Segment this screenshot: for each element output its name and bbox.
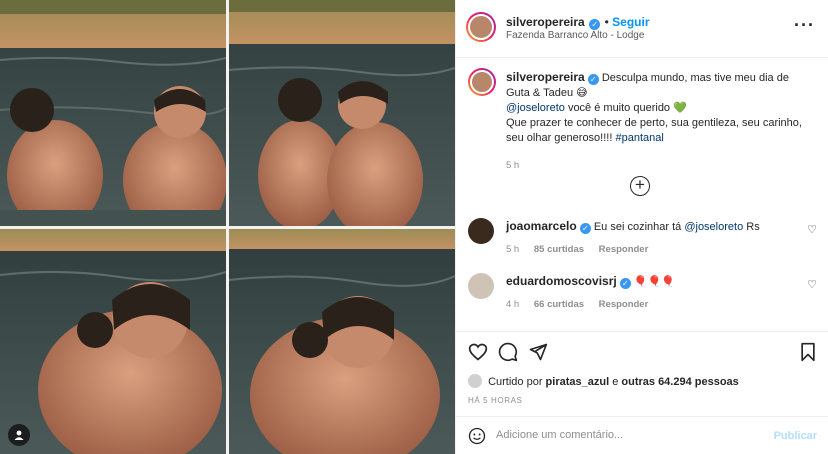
- share-icon[interactable]: [528, 342, 548, 362]
- more-options-icon[interactable]: ···: [794, 15, 815, 36]
- photo-bottom-right: [228, 229, 455, 454]
- author-username[interactable]: silveropereira: [506, 15, 585, 29]
- post-header: silveropereira ✓ • Seguir Fazenda Barran…: [456, 0, 828, 58]
- liked-count[interactable]: outras 64.294 pessoas: [621, 376, 738, 388]
- load-more-comments-icon[interactable]: +: [630, 176, 650, 196]
- caption-mention[interactable]: @joseloreto: [506, 102, 565, 114]
- tagged-users-button[interactable]: [8, 424, 30, 446]
- liked-user[interactable]: piratas_azul: [546, 376, 610, 388]
- comment-username[interactable]: joaomarcelo: [506, 219, 577, 233]
- caption-time: 5 h: [506, 160, 520, 171]
- reply-button[interactable]: Responder: [599, 244, 649, 255]
- comment-text: Eu sei cozinhar tá: [593, 221, 682, 233]
- caption-text: silveropereira ✓ Desculpa mundo, mas tiv…: [506, 70, 811, 173]
- publish-button[interactable]: Publicar: [774, 430, 817, 442]
- author-avatar[interactable]: [466, 12, 496, 42]
- photo-top-right: [228, 0, 455, 238]
- comment-text: 🎈🎈🎈: [633, 276, 675, 288]
- post-media[interactable]: [0, 0, 455, 454]
- like-heart-icon[interactable]: [468, 342, 488, 362]
- comment-icon[interactable]: [498, 342, 518, 362]
- caption-hashtag[interactable]: #pantanal: [615, 132, 663, 144]
- caption-line-2: você é muito querido 💚: [567, 102, 687, 114]
- post-panel: silveropereira ✓ • Seguir Fazenda Barran…: [455, 0, 828, 454]
- bookmark-icon[interactable]: [799, 342, 817, 362]
- comment-likes[interactable]: 85 curtidas: [534, 244, 584, 255]
- verified-icon: ✓: [619, 278, 631, 289]
- emoji-icon[interactable]: [468, 427, 486, 445]
- post-location[interactable]: Fazenda Barranco Alto - Lodge: [506, 30, 644, 41]
- comment-like-heart-icon[interactable]: ♡: [807, 223, 817, 236]
- liked-by: Curtido por piratas_azul e outras 64.294…: [468, 374, 739, 388]
- comment-username[interactable]: eduardomoscovisrj: [506, 274, 617, 288]
- photo-bottom-left: [0, 229, 227, 454]
- caption-username[interactable]: silveropereira: [506, 70, 585, 84]
- comment-likes[interactable]: 66 curtidas: [534, 299, 584, 310]
- verified-icon: ✓: [589, 19, 601, 30]
- photo-collage: [0, 0, 455, 454]
- comment-mention[interactable]: @joseloreto: [684, 221, 743, 233]
- comment-like-heart-icon[interactable]: ♡: [807, 278, 817, 291]
- user-icon: [14, 430, 24, 440]
- verified-icon: ✓: [579, 223, 591, 234]
- comment-time: 5 h: [506, 244, 520, 255]
- add-comment-bar: Publicar: [456, 416, 828, 454]
- post-timestamp[interactable]: HÁ 5 HORAS: [468, 396, 522, 405]
- add-comment-input[interactable]: [496, 429, 756, 441]
- comment-suffix: Rs: [746, 221, 760, 233]
- post-actions: Curtido por piratas_azul e outras 64.294…: [456, 331, 828, 454]
- commenter-avatar[interactable]: [468, 218, 494, 244]
- caption-avatar[interactable]: [468, 68, 496, 96]
- comment-time: 4 h: [506, 299, 520, 310]
- liked-mid: e: [612, 376, 619, 388]
- photo-top-left: [0, 0, 227, 238]
- commenter-avatar[interactable]: [468, 273, 494, 299]
- liker-avatar[interactable]: [468, 374, 482, 388]
- verified-icon: ✓: [587, 74, 599, 85]
- follow-button[interactable]: Seguir: [612, 15, 649, 29]
- liked-prefix: Curtido por: [488, 376, 543, 388]
- reply-button[interactable]: Responder: [599, 299, 649, 310]
